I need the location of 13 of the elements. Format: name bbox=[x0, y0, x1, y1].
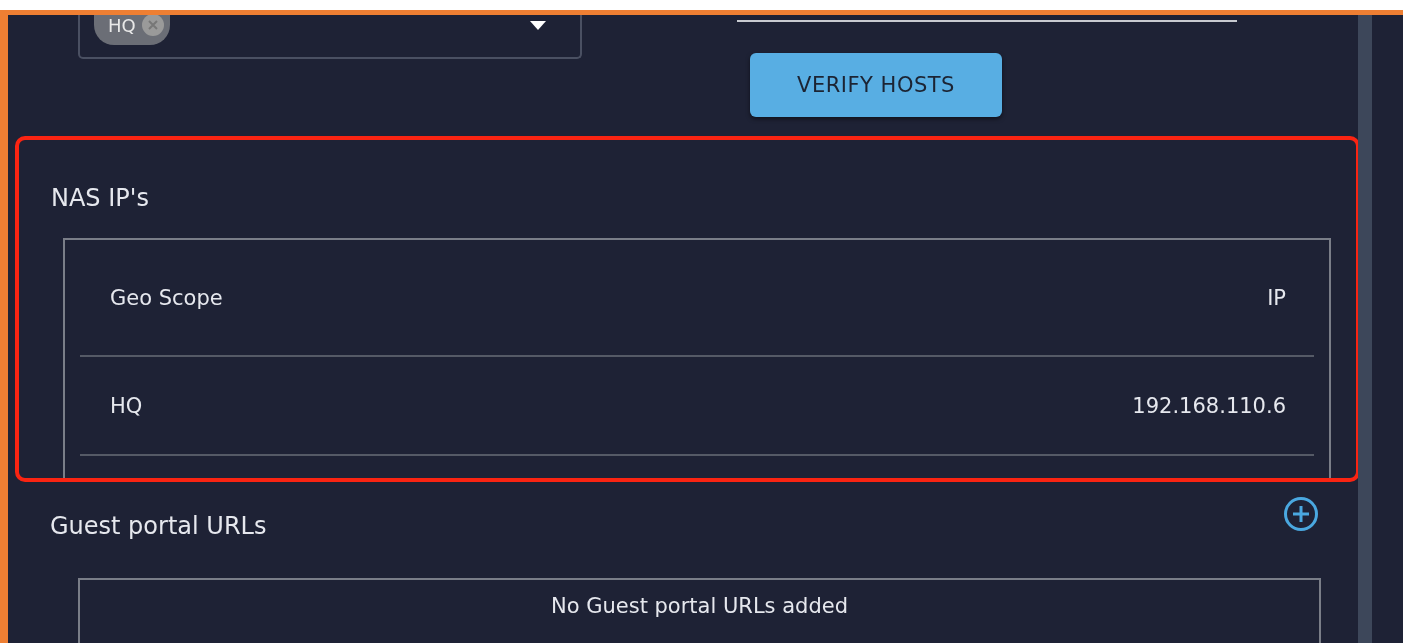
empty-message: No Guest portal URLs added bbox=[550, 594, 849, 620]
geo-scope-select[interactable]: HQ bbox=[78, 15, 582, 59]
table-cell: HQ bbox=[110, 393, 143, 418]
column-header: IP bbox=[1267, 285, 1286, 310]
section-title: Guest portal URLs bbox=[50, 512, 267, 540]
column-header: Geo Scope bbox=[110, 285, 223, 310]
caret-icon bbox=[530, 21, 546, 30]
section-title: NAS IP's bbox=[51, 184, 150, 212]
verify-hosts-button[interactable]: VERIFY HOSTS bbox=[750, 53, 1002, 117]
table-cell: 192.168.110.6 bbox=[1132, 393, 1286, 418]
scrollbar[interactable] bbox=[1358, 15, 1372, 643]
chip[interactable]: HQ bbox=[94, 15, 170, 45]
add-icon[interactable] bbox=[1283, 496, 1319, 532]
